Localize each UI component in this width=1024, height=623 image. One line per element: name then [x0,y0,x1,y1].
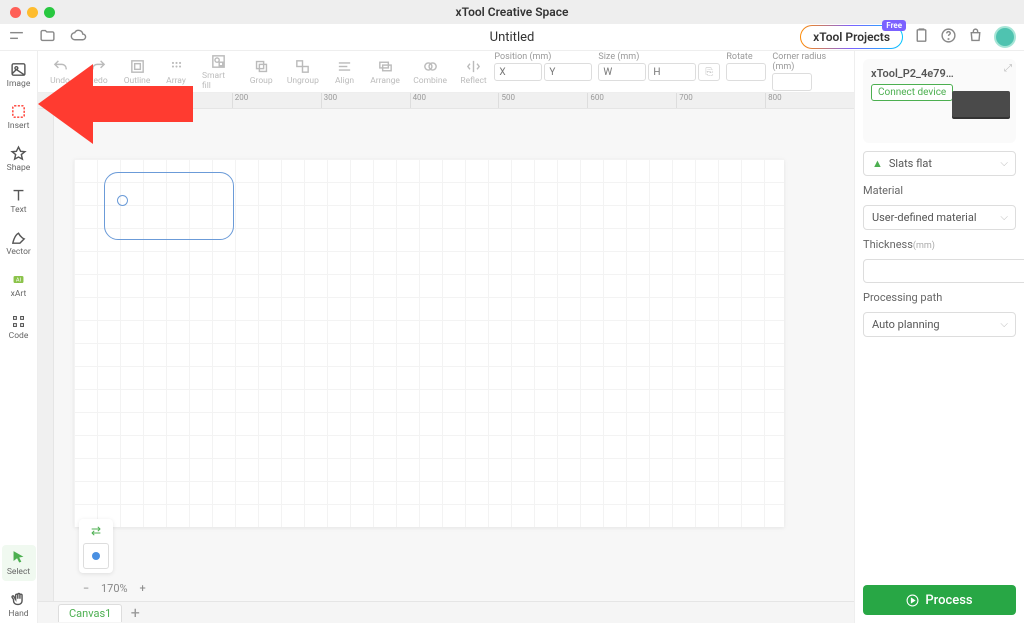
material-select[interactable]: User-defined material [863,205,1016,230]
position-label: Position (mm) [494,52,592,62]
bag-icon[interactable] [967,27,984,48]
document-title[interactable]: Untitled [490,30,535,45]
device-box: ⤢ xTool_P2_4e79… Connect device [863,59,1016,143]
shape-circle[interactable] [117,195,128,206]
zoom-bar: − 170% + [79,577,150,599]
processing-path-label: Processing path [863,291,1016,304]
projects-button[interactable]: xTool Projects Free [800,25,903,49]
device-name: xTool_P2_4e79… [871,67,1008,80]
canvas-area[interactable]: ⇄ − 170% + [54,109,854,601]
maximize-window[interactable] [44,7,55,18]
traffic-lights [0,7,55,18]
array-button[interactable]: Array [158,56,194,88]
layer-item[interactable] [83,543,109,569]
minimize-window[interactable] [27,7,38,18]
folder-icon[interactable] [39,27,56,48]
right-panel: ⤢ xTool_P2_4e79… Connect device ▲ Slats … [854,51,1024,623]
clipboard-icon[interactable] [913,27,930,48]
tool-select[interactable]: Select [2,545,36,581]
tab-bar: Canvas1 + [38,601,854,623]
size-label: Size (mm) [598,52,720,62]
ribbon: Undo Redo Outline Array Smart fill Group… [38,51,854,93]
ruler-vertical [38,109,54,601]
layers-panel[interactable]: ⇄ [79,519,113,573]
add-tab-button[interactable]: + [126,603,144,622]
tool-image[interactable]: Image [2,57,36,93]
size-h-input[interactable] [648,63,696,81]
ungroup-button[interactable]: Ungroup [281,56,324,88]
pos-y-input[interactable] [544,63,592,81]
slats-icon: ▲ [872,157,883,170]
process-button[interactable]: Process [863,585,1016,615]
tab-canvas1[interactable]: Canvas1 [58,604,122,622]
size-w-input[interactable] [598,63,646,81]
ruler-horizontal: 0100200300400500600700800 [38,93,854,109]
left-toolbar: Image Insert Shape Text Vector AIxArt Co… [0,51,38,623]
radius-input[interactable] [772,73,812,91]
undo-button[interactable]: Undo [42,56,78,88]
layers-toggle-icon[interactable]: ⇄ [83,523,109,539]
processing-path-select[interactable]: Auto planning [863,312,1016,337]
radius-label: Corner radius (mm) [772,52,842,72]
tool-shape[interactable]: Shape [2,141,36,177]
thickness-label: Thickness(mm) [863,238,1016,251]
shape-rounded-rect[interactable] [104,172,234,240]
lock-aspect-icon[interactable]: ⎘ [698,63,720,81]
rotate-input[interactable] [726,63,766,81]
tool-insert[interactable]: Insert [2,99,36,135]
combine-button[interactable]: Combine [408,56,453,88]
topbar: Untitled xTool Projects Free [0,24,1024,51]
tool-xart[interactable]: AIxArt [2,267,36,303]
smartfill-button[interactable]: Smart fill [196,51,241,93]
thickness-input[interactable] [863,259,1024,283]
close-window[interactable] [10,7,21,18]
tool-vector[interactable]: Vector [2,225,36,261]
expand-icon[interactable]: ⤢ [1004,63,1012,74]
redo-button[interactable]: Redo [80,56,116,88]
cloud-icon[interactable] [70,27,87,48]
svg-text:AI: AI [16,278,22,284]
free-badge: Free [882,20,906,31]
help-icon[interactable] [940,27,957,48]
zoom-out-button[interactable]: − [79,582,93,595]
outline-button[interactable]: Outline [118,56,156,88]
align-button[interactable]: Align [327,56,363,88]
menu-icon[interactable] [8,27,25,48]
window-title: xTool Creative Space [456,5,569,19]
rotate-label: Rotate [726,52,766,62]
play-icon [906,594,919,607]
device-image [952,91,1010,117]
avatar[interactable] [994,26,1016,48]
zoom-value[interactable]: 170% [101,582,128,595]
slats-label: Slats flat [889,157,932,170]
slats-select[interactable]: ▲ Slats flat [863,151,1016,176]
arrange-button[interactable]: Arrange [365,56,406,88]
connect-button[interactable]: Connect device [871,84,953,101]
projects-button-label: xTool Projects [813,30,890,44]
material-label: Material [863,184,1016,197]
tool-hand[interactable]: Hand [2,587,36,623]
tool-text[interactable]: Text [2,183,36,219]
group-button[interactable]: Group [243,56,279,88]
titlebar: xTool Creative Space [0,0,1024,24]
reflect-button[interactable]: Reflect [455,56,493,88]
tool-code[interactable]: Code [2,309,36,345]
artboard[interactable] [74,159,784,527]
process-button-label: Process [925,593,972,608]
zoom-in-button[interactable]: + [136,582,150,595]
pos-x-input[interactable] [494,63,542,81]
